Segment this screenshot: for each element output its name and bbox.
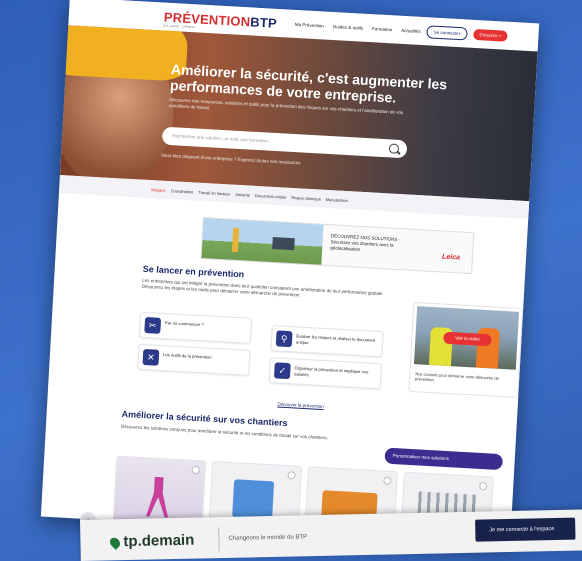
card-label: Les outils de la prévention [162,352,212,360]
video-card[interactable]: Voir la vidéo Nos conseils pour démarrer… [408,301,524,398]
tp-demain-brand: tp.demain [123,531,195,551]
blue-equipment-image [232,479,275,520]
banner-brand-logo: Leica [441,253,461,262]
tp-demain-logo[interactable]: tp.demain [107,531,195,551]
footer-login-button[interactable]: Je me connecte à l'espace [475,517,576,542]
wrench-icon: ✕ [142,348,160,366]
hero-section: Améliorer la sécurité, c'est augmenter l… [59,25,538,202]
chip[interactable]: Document unique [255,192,287,199]
nav-links: Ma Prévention Guides & outils Formation … [295,21,421,33]
section-title-start: Se lancer en prévention [142,263,245,280]
footer-divider [218,527,220,552]
card-label: Par où commencer ? [164,320,204,328]
website-screenshot: PRÉVENTIONBTP EN LIGNE · OPPBTP Ma Préve… [40,0,540,543]
banner-image [201,218,324,265]
card-tools[interactable]: ✕ Les outils de la prévention [137,343,251,376]
hero-hint[interactable]: Vous êtes dirigeant d'une entreprise ? E… [161,153,301,166]
chip[interactable]: Manutention [326,196,348,202]
video-thumbnail: Voir la vidéo [413,306,520,370]
location-pin-icon [107,535,123,550]
silo-tower-image [146,476,170,517]
bookmark-icon[interactable] [191,465,200,475]
section-paragraph-safety: Découvrez les solutions conçues pour amé… [120,423,328,441]
signup-button[interactable]: S'inscrire + [472,28,508,42]
nav-link-prevention[interactable]: Ma Prévention [295,21,324,28]
search-bar[interactable]: Rechercher une solution, un outil, une f… [161,126,408,159]
logo-blue-text: BTP [249,13,278,31]
card-risk[interactable]: ⚲ Évaluer les risques et réaliser le doc… [270,325,384,358]
chip[interactable]: Travail en hauteur [198,189,230,196]
check-icon: ✓ [273,362,291,380]
section-paragraph-start: Les entreprises qui ont intégré la préve… [141,277,384,298]
card-start[interactable]: ✂ Par où commencer ? [138,311,253,344]
chip[interactable]: Risque chimique [291,194,321,201]
nav-link-news[interactable]: Actualités [401,27,421,33]
logo-tagline: EN LIGNE · OPPBTP [163,23,196,29]
footer-tagline: Changeons le monde du BTP [228,534,308,542]
chip[interactable]: Amiante [235,191,250,197]
bookmark-icon[interactable] [383,476,392,485]
chip[interactable]: Coordination [171,188,194,194]
video-caption: Nos conseils pour démarrer votre démarch… [414,371,500,383]
personalise-button-label: Personnaliser mes solutions [392,453,450,462]
card-label: Organiser la prévention et impliquer vos… [294,365,369,377]
card-organise[interactable]: ✓ Organiser la prévention et impliquer v… [268,357,382,390]
card-label: Évaluer les risques et réaliser le docum… [295,333,376,345]
nav-link-guides[interactable]: Guides & outils [333,24,363,31]
banner-text: DÉCOUVREZ NOS SOLUTIONS · Sécurisez vos … [330,233,401,252]
search-icon[interactable] [388,143,400,154]
bookmark-icon[interactable] [287,471,296,480]
tools-icon: ✂ [144,316,162,334]
person-icon: ⚲ [275,330,293,348]
search-input[interactable]: Rechercher une solution, un outil, une f… [172,133,272,144]
site-logo[interactable]: PRÉVENTIONBTP EN LIGNE · OPPBTP [163,9,278,31]
bookmark-icon[interactable] [479,481,488,491]
login-button[interactable]: Se connecter [426,24,468,41]
ad-banner[interactable]: DÉCOUVREZ NOS SOLUTIONS · Sécurisez vos … [200,217,475,275]
discover-prevention-link[interactable]: Découvrir la prévention [277,402,323,410]
nav-link-formation[interactable]: Formation [372,26,393,32]
personalise-solutions-button[interactable]: Personnaliser mes solutions [384,447,504,471]
chip[interactable]: Mégane [151,187,166,193]
